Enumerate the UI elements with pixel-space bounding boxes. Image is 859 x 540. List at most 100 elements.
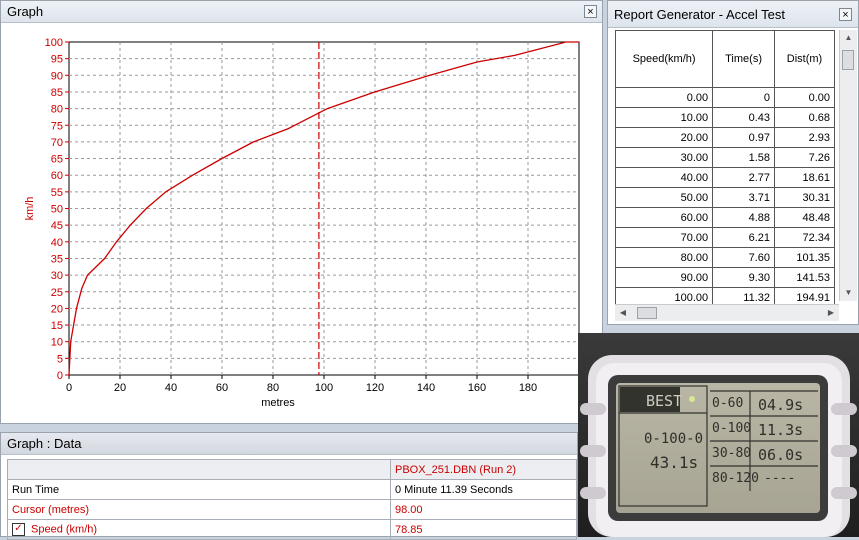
dist-cell: 141.53 <box>774 267 835 288</box>
x-tick-label: 180 <box>519 382 537 394</box>
time-cell: 9.30 <box>712 267 776 288</box>
table-row[interactable]: 60.00 4.88 48.48 <box>614 207 835 228</box>
x-tick-label: 140 <box>417 382 435 394</box>
column-header-speed[interactable]: Speed(km/h) <box>614 30 714 88</box>
time-cell: 7.60 <box>712 247 776 268</box>
accel-report-table: Speed(km/h) Time(s) Dist(m) 0.00 0 0.00 10.… <box>614 30 835 308</box>
dist-cell: 72.34 <box>774 227 835 248</box>
scroll-down-arrow-icon[interactable]: ▼ <box>840 285 857 301</box>
speed-cell: 30.00 <box>614 147 714 168</box>
vertical-scrollbar[interactable]: ▲ ▼ <box>839 30 857 301</box>
lcd-range-value: ---- <box>764 471 796 486</box>
lcd-main-value: 43.1s <box>650 453 699 472</box>
row-label: Run Time <box>7 479 391 500</box>
speed-visible-checkbox[interactable]: ✓ <box>12 523 25 536</box>
y-tick-label: 90 <box>51 70 63 82</box>
scroll-up-arrow-icon[interactable]: ▲ <box>840 30 857 46</box>
x-tick-label: 20 <box>114 382 126 394</box>
speed-cell: 60.00 <box>614 207 714 228</box>
column-header-time[interactable]: Time(s) <box>712 30 776 88</box>
dist-cell: 18.61 <box>774 167 835 188</box>
speed-cell: 80.00 <box>614 247 714 268</box>
y-tick-label: 15 <box>51 320 63 332</box>
graph-titlebar: Graph × <box>1 1 602 23</box>
report-close-button[interactable]: × <box>839 8 852 21</box>
y-tick-label: 5 <box>57 353 63 365</box>
y-tick-label: 95 <box>51 54 63 66</box>
dist-cell: 30.31 <box>774 187 835 208</box>
dist-cell: 2.93 <box>774 127 835 148</box>
data-table: PBOX_251.DBN (Run 2) Run Time 0 Minute 1… <box>7 459 577 540</box>
y-tick-label: 80 <box>51 104 63 116</box>
lcd-main-range: 0-100-0 <box>644 431 704 447</box>
speed-cell: 20.00 <box>614 127 714 148</box>
x-tick-label: 60 <box>216 382 228 394</box>
y-tick-label: 50 <box>51 204 63 216</box>
speed-cell: 70.00 <box>614 227 714 248</box>
table-row: Run Time 0 Minute 11.39 Seconds <box>7 479 577 500</box>
y-tick-label: 60 <box>51 170 63 182</box>
x-tick-label: 80 <box>267 382 279 394</box>
table-row[interactable]: 10.00 0.43 0.68 <box>614 107 835 128</box>
lcd-range-label: 0-100 <box>712 421 752 436</box>
y-tick-label: 45 <box>51 220 63 232</box>
table-row[interactable]: 90.00 9.30 141.53 <box>614 267 835 288</box>
lcd-best-label: BEST <box>646 392 683 410</box>
table-row[interactable]: 0.00 0 0.00 <box>614 87 835 108</box>
x-tick-label: 120 <box>366 382 384 394</box>
y-tick-label: 0 <box>57 370 63 382</box>
table-row: Cursor (metres) 98.00 <box>7 499 577 520</box>
time-cell: 4.88 <box>712 207 776 228</box>
y-tick-label: 100 <box>45 37 63 49</box>
report-title: Report Generator - Accel Test <box>614 7 786 22</box>
speed-cell: 0.00 <box>614 87 714 108</box>
dist-cell: 48.48 <box>774 207 835 228</box>
data-title: Graph : Data <box>7 436 82 451</box>
time-cell: 0.97 <box>712 127 776 148</box>
y-tick-label: 20 <box>51 303 63 315</box>
graph-window: Graph × 0 20 40 60 80 100 120 140 160 180 0 5 10 15 20… <box>0 0 603 424</box>
y-tick-label: 55 <box>51 187 63 199</box>
scroll-left-arrow-icon[interactable]: ◀ <box>615 305 631 321</box>
speed-distance-chart[interactable]: 0 20 40 60 80 100 120 140 160 180 0 5 10 15 20 25 30 35 40… <box>5 26 597 420</box>
table-row[interactable]: 50.00 3.71 30.31 <box>614 187 835 208</box>
data-titlebar: Graph : Data <box>1 433 577 455</box>
y-tick-label: 25 <box>51 287 63 299</box>
x-tick-label: 100 <box>315 382 333 394</box>
time-cell: 1.58 <box>712 147 776 168</box>
table-row[interactable]: 40.00 2.77 18.61 <box>614 167 835 188</box>
graph-close-button[interactable]: × <box>584 5 597 18</box>
vertical-scroll-thumb[interactable] <box>842 50 854 70</box>
table-row[interactable]: 80.00 7.60 101.35 <box>614 247 835 268</box>
y-tick-label: 65 <box>51 154 63 166</box>
table-row[interactable]: 20.00 0.97 2.93 <box>614 127 835 148</box>
performance-box-lcd-photo: BEST 0-100-0 43.1s 0-60 04.9s 0-100 11.3… <box>578 333 859 537</box>
y-tick-label: 85 <box>51 87 63 99</box>
x-tick-label: 160 <box>468 382 486 394</box>
y-tick-label: 70 <box>51 137 63 149</box>
run-header: PBOX_251.DBN (Run 2) <box>390 459 577 480</box>
lcd-range-label: 30-80 <box>712 446 752 461</box>
lcd-range-label: 80-120 <box>712 471 759 486</box>
y-tick-label: 40 <box>51 237 63 249</box>
lcd-range-value: 11.3s <box>758 421 804 439</box>
horizontal-scrollbar[interactable]: ◀ ▶ <box>615 304 839 321</box>
column-header-dist[interactable]: Dist(m) <box>774 30 835 88</box>
y-tick-label: 30 <box>51 270 63 282</box>
x-tick-label: 0 <box>66 382 72 394</box>
table-row: PBOX_251.DBN (Run 2) <box>7 459 577 480</box>
header-blank-cell <box>7 459 391 480</box>
dist-cell: 0.00 <box>774 87 835 108</box>
table-row[interactable]: 70.00 6.21 72.34 <box>614 227 835 248</box>
speed-cell: 90.00 <box>614 267 714 288</box>
table-row[interactable]: 30.00 1.58 7.26 <box>614 147 835 168</box>
horizontal-scroll-thumb[interactable] <box>637 307 657 319</box>
scroll-right-arrow-icon[interactable]: ▶ <box>823 305 839 321</box>
dist-cell: 7.26 <box>774 147 835 168</box>
time-cell: 3.71 <box>712 187 776 208</box>
row-value: 0 Minute 11.39 Seconds <box>390 479 577 500</box>
lcd-range-value: 04.9s <box>758 396 804 414</box>
time-cell: 0 <box>712 87 776 108</box>
row-label: Speed (km/h) <box>31 523 98 536</box>
graph-data-window: Graph : Data PBOX_251.DBN (Run 2) Run Ti… <box>0 432 578 540</box>
